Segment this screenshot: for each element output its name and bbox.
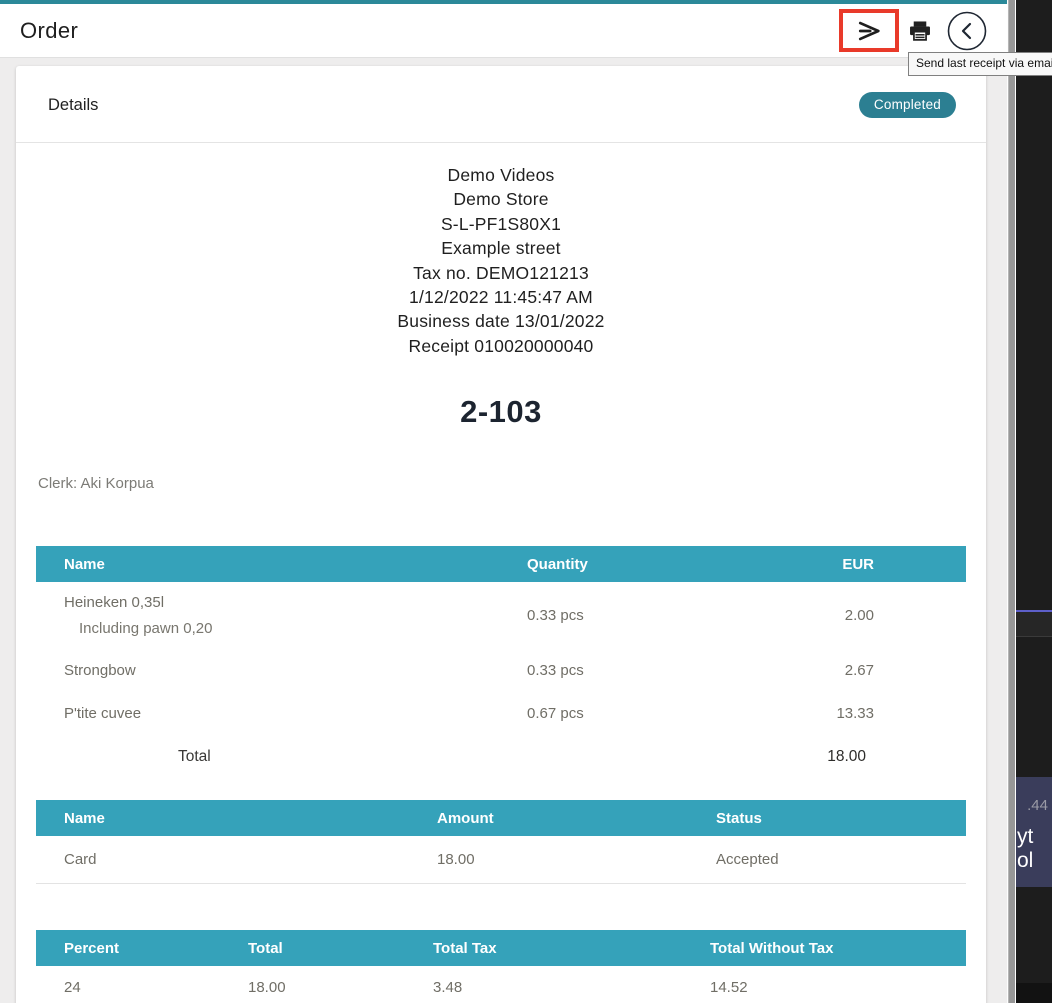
send-highlight-box: [839, 9, 899, 52]
tax-col-total: Total: [248, 940, 433, 957]
send-receipt-button[interactable]: [855, 17, 883, 45]
background-partial-amount: .44: [1027, 797, 1048, 814]
payment-status: Accepted: [716, 851, 966, 868]
receipt-line-receipt-no: Receipt 010020000040: [16, 334, 986, 358]
items-col-quantity: Quantity: [527, 556, 809, 573]
items-col-name: Name: [36, 556, 527, 573]
clerk-label: Clerk: Aki Korpua: [38, 475, 986, 492]
send-tooltip: Send last receipt via email: [908, 52, 1052, 76]
send-icon: [855, 17, 883, 45]
chevron-left-icon: [947, 11, 987, 51]
item-note: Including pawn 0,20: [64, 620, 527, 637]
payments-table: Name Amount Status Card 18.00 Accepted: [36, 800, 966, 884]
printer-icon: [907, 18, 933, 44]
header-toolbar: [839, 9, 987, 52]
background-footer: [1016, 983, 1052, 1003]
table-row: P'tite cuvee 0.67 pcs 13.33: [36, 692, 966, 735]
item-quantity: 0.33 pcs: [527, 662, 809, 679]
receipt-line-taxno: Tax no. DEMO121213: [16, 261, 986, 285]
item-name-cell: Heineken 0,35l Including pawn 0,20: [36, 594, 527, 637]
items-col-eur: EUR: [809, 556, 966, 573]
scrollbar-track: [1007, 0, 1016, 1003]
receipt-line-register: S-L-PF1S80X1: [16, 212, 986, 236]
tax-total-without-tax: 14.52: [710, 979, 966, 996]
table-row: 24 18.00 3.48 14.52: [36, 966, 966, 1003]
payments-col-status: Status: [716, 810, 966, 827]
print-receipt-button[interactable]: [907, 18, 933, 44]
app-header: Order: [0, 4, 1007, 58]
tax-table-header: Percent Total Total Tax Total Without Ta…: [36, 930, 966, 966]
table-row: Card 18.00 Accepted: [36, 836, 966, 884]
receipt-line-store-group: Demo Videos: [16, 163, 986, 187]
items-total-row: Total 18.00: [36, 741, 966, 773]
tax-col-total-without-tax: Total Without Tax: [710, 940, 966, 957]
payment-name: Card: [36, 851, 437, 868]
item-amount: 2.00: [809, 607, 966, 624]
tax-total: 18.00: [248, 979, 433, 996]
tax-total-tax: 3.48: [433, 979, 710, 996]
item-amount: 2.67: [809, 662, 966, 679]
receipt-line-datetime: 1/12/2022 11:45:47 AM: [16, 285, 986, 309]
payments-col-amount: Amount: [437, 810, 716, 827]
payments-col-name: Name: [36, 810, 437, 827]
table-row: Heineken 0,35l Including pawn 0,20 0.33 …: [36, 582, 966, 649]
scrollbar-thumb[interactable]: [1008, 0, 1015, 1003]
item-amount: 13.33: [809, 705, 966, 722]
total-label: Total: [36, 748, 211, 766]
tax-table: Percent Total Total Tax Total Without Ta…: [36, 930, 966, 1003]
total-value: 18.00: [827, 748, 966, 766]
background-panel: .44 yt ol: [1016, 777, 1052, 887]
item-name: Strongbow: [36, 662, 527, 679]
item-name: P'tite cuvee: [36, 705, 527, 722]
payment-amount: 18.00: [437, 851, 716, 868]
order-details-card: Details Completed Demo Videos Demo Store…: [16, 66, 986, 1003]
tax-col-total-tax: Total Tax: [433, 940, 710, 957]
item-quantity: 0.33 pcs: [527, 607, 809, 624]
details-title: Details: [48, 96, 98, 115]
background-app-strip: .44 yt ol: [1016, 0, 1052, 1003]
status-badge: Completed: [859, 92, 956, 118]
receipt-line-store: Demo Store: [16, 187, 986, 211]
receipt-line-street: Example street: [16, 236, 986, 260]
items-table: Name Quantity EUR Heineken 0,35l Includi…: [36, 546, 966, 773]
background-partial-text: yt ol: [1017, 825, 1052, 873]
order-page: Order: [0, 0, 1007, 1003]
details-header: Details Completed: [16, 66, 986, 143]
payments-table-header: Name Amount Status: [36, 800, 966, 836]
table-number: 2-103: [16, 394, 986, 430]
back-button[interactable]: [947, 11, 987, 51]
item-name: Heineken 0,35l: [64, 594, 527, 611]
items-table-header: Name Quantity EUR: [36, 546, 966, 582]
tax-percent: 24: [36, 979, 248, 996]
page-title: Order: [20, 18, 78, 44]
item-quantity: 0.67 pcs: [527, 705, 809, 722]
table-row: Strongbow 0.33 pcs 2.67: [36, 649, 966, 692]
receipt-line-business-date: Business date 13/01/2022: [16, 309, 986, 333]
background-row: [1016, 612, 1052, 637]
receipt-header: Demo Videos Demo Store S-L-PF1S80X1 Exam…: [16, 163, 986, 358]
tax-col-percent: Percent: [36, 940, 248, 957]
